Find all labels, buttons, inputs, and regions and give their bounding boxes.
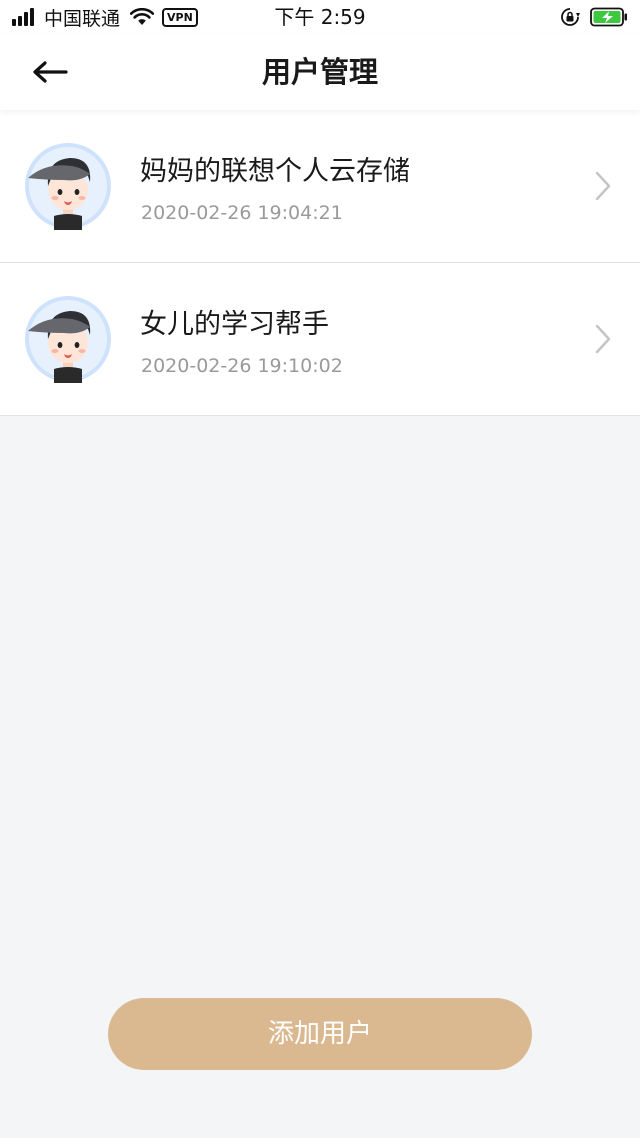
user-created-time: 2020-02-26 19:04:21	[141, 202, 343, 224]
status-bar: 中国联通 VPN 下午 2:59	[0, 0, 640, 34]
user-name: 妈妈的联想个人云存储	[140, 156, 410, 187]
nav-bar: 用户管理	[0, 34, 640, 110]
status-time: 下午 2:59	[274, 5, 366, 29]
user-row[interactable]: 妈妈的联想个人云存储 2020-02-26 19:04:21	[0, 110, 640, 263]
user-list: 妈妈的联想个人云存储 2020-02-26 19:04:21 女儿的学习帮手 2…	[0, 110, 640, 416]
page-title: 用户管理	[261, 55, 378, 89]
chevron-right-icon	[595, 171, 611, 201]
user-avatar	[25, 143, 111, 230]
user-avatar	[25, 296, 111, 383]
orientation-lock-icon	[561, 8, 580, 26]
user-name: 女儿的学习帮手	[140, 309, 329, 340]
back-button[interactable]	[22, 50, 78, 94]
status-right	[560, 6, 628, 28]
battery-charging-icon	[590, 7, 627, 27]
chevron-right-icon	[595, 324, 611, 354]
user-row[interactable]: 女儿的学习帮手 2020-02-26 19:10:02	[0, 263, 640, 416]
add-user-button[interactable]: 添加用户	[108, 998, 532, 1070]
user-created-time: 2020-02-26 19:10:02	[141, 355, 343, 377]
arrow-left-icon	[33, 61, 68, 83]
